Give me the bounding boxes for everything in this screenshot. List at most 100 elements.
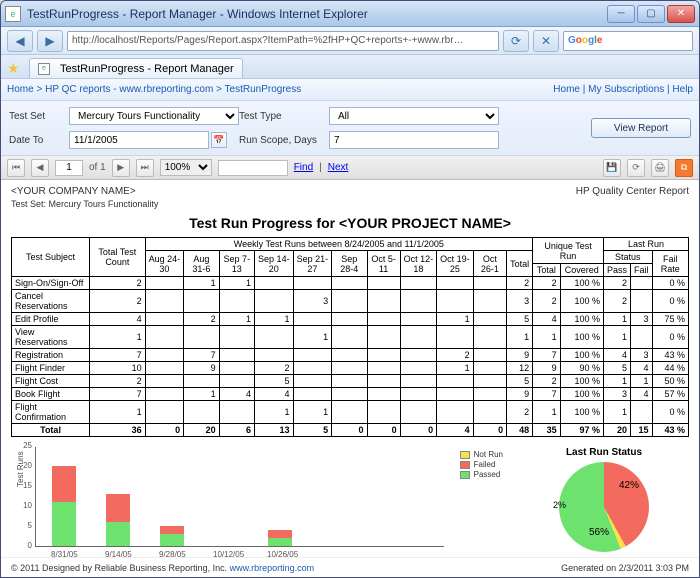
close-button[interactable]: ✕ [667, 5, 695, 23]
x-tick: 8/31/05 [51, 550, 75, 557]
bar-group [106, 494, 130, 546]
link-subs[interactable]: My Subscriptions [588, 84, 664, 95]
crumb-folder[interactable]: HP QC reports - www.rbreporting.com [45, 84, 213, 95]
table-row: Registration77297100 %4343 % [12, 349, 689, 362]
company-name: <YOUR COMPANY NAME> [11, 186, 136, 197]
search-box[interactable]: Google Google [563, 31, 693, 51]
footer-link[interactable]: www.rbreporting.com [230, 563, 315, 573]
test-type-select[interactable]: All [329, 107, 499, 125]
pie-label-failed: 42% [619, 480, 639, 491]
x-tick: 10/26/05 [267, 550, 291, 557]
pie-label-notrun: 2% [553, 500, 566, 510]
atom-button[interactable]: ⧉ [675, 159, 693, 177]
table-row: Flight Confirmation11121100 %10 % [12, 401, 689, 424]
bar-chart: Test Runs 0510152025 8/31/059/14/059/28/… [11, 447, 444, 557]
footer-right: Generated on 2/3/2011 3:03 PM [561, 563, 689, 573]
table-row: Flight Cost2552100 %1150 % [12, 375, 689, 388]
report-right-title: HP Quality Center Report [576, 186, 689, 197]
calendar-icon[interactable]: 📅 [211, 132, 227, 148]
favorites-star-icon[interactable]: ★ [7, 60, 25, 78]
legend-swatch-failed [460, 461, 470, 469]
date-to-input[interactable] [69, 131, 209, 149]
maximize-button[interactable]: ▢ [637, 5, 665, 23]
page-input[interactable] [55, 160, 83, 176]
zoom-select[interactable]: 100% [160, 159, 212, 176]
col-lastrun: Last Run [604, 238, 689, 251]
url-text: http://localhost/Reports/Pages/Report.as… [72, 35, 464, 46]
run-scope-label: Run Scope, Days [239, 135, 329, 146]
page-of-label: of 1 [89, 162, 106, 173]
link-home[interactable]: Home [553, 84, 580, 95]
find-input[interactable] [218, 160, 288, 176]
test-type-label: Test Type [239, 111, 329, 122]
report-title: Test Run Progress for <YOUR PROJECT NAME… [11, 215, 689, 231]
bar-group [268, 530, 292, 546]
breadcrumb-left: Home > HP QC reports - www.rbreporting.c… [7, 84, 301, 95]
table-row: View Reservations1111100 %10 % [12, 326, 689, 349]
report-body: <YOUR COMPANY NAME> HP Quality Center Re… [1, 180, 699, 557]
pie-graphic: 42% 2% 56% [559, 462, 649, 552]
bar-group [160, 526, 184, 546]
col-count: Total Test Count [90, 238, 146, 277]
next-link[interactable]: Next [328, 162, 349, 173]
tab-label: TestRunProgress - Report Manager [60, 63, 234, 75]
table-row: Flight Finder1092112990 %5444 % [12, 362, 689, 375]
pie-label-passed: 56% [589, 527, 609, 538]
test-set-label: Test Set [9, 111, 69, 122]
forward-button[interactable]: ▶ [37, 30, 63, 52]
table-row: Cancel Reservations2332100 %20 % [12, 290, 689, 313]
refresh-button[interactable]: ⟳ [503, 30, 529, 52]
view-report-button[interactable]: View Report [591, 118, 691, 138]
back-button[interactable]: ◀ [7, 30, 33, 52]
crumb-current: TestRunProgress [225, 84, 302, 95]
tab-favicon: e [38, 63, 50, 75]
prev-page-button[interactable]: ◀ [31, 159, 49, 177]
pie-chart: Last Run Status 42% 2% 56% [519, 447, 689, 556]
x-tick: 9/28/05 [159, 550, 183, 557]
table-row: Sign-On/Sign-Off21122100 %20 % [12, 277, 689, 290]
x-tick: 10/12/05 [213, 550, 237, 557]
report-toolbar: ⏮ ◀ of 1 ▶ ⏭ 100% Find | Next 💾 ⟳ 🖨 ⧉ [1, 156, 699, 180]
x-tick: 9/14/05 [105, 550, 129, 557]
bar-group [52, 466, 76, 546]
browser-navbar: ◀ ▶ http://localhost/Reports/Pages/Repor… [1, 27, 699, 55]
first-page-button[interactable]: ⏮ [7, 159, 25, 177]
date-to-label: Date To [9, 135, 69, 146]
export-button[interactable]: 💾 [603, 159, 621, 177]
report-footer: © 2011 Designed by Reliable Business Rep… [1, 557, 699, 577]
minimize-button[interactable]: ─ [607, 5, 635, 23]
stop-button[interactable]: ✕ [533, 30, 559, 52]
table-row: Edit Profile4211154100 %1375 % [12, 313, 689, 326]
col-unique: Unique Test Run [533, 238, 604, 264]
find-link[interactable]: Find [294, 162, 313, 173]
crumb-home[interactable]: Home [7, 84, 34, 95]
browser-tab[interactable]: e TestRunProgress - Report Manager [29, 58, 243, 78]
report-subtitle: Test Set: Mercury Tours Functionality [11, 199, 689, 209]
last-page-button[interactable]: ⏭ [136, 159, 154, 177]
report-params: Test Set Mercury Tours Functionality Tes… [1, 101, 699, 156]
breadcrumb-bar: Home > HP QC reports - www.rbreporting.c… [1, 79, 699, 101]
test-set-select[interactable]: Mercury Tours Functionality [69, 107, 239, 125]
legend-swatch-passed [460, 471, 470, 479]
col-weekly: Weekly Test Runs between 8/24/2005 and 1… [145, 238, 533, 251]
breadcrumb-right: Home | My Subscriptions | Help [553, 84, 693, 95]
table-total-row: Total36020613500040483597 %201543 % [12, 424, 689, 437]
refresh-report-button[interactable]: ⟳ [627, 159, 645, 177]
window-titlebar: e TestRunProgress - Report Manager - Win… [1, 1, 699, 27]
run-scope-input[interactable] [329, 131, 499, 149]
footer-left: © 2011 Designed by Reliable Business Rep… [11, 563, 230, 573]
next-page-button[interactable]: ▶ [112, 159, 130, 177]
bar-legend: Not Run Failed Passed [460, 450, 503, 479]
ie-favicon: e [5, 6, 21, 22]
col-subject: Test Subject [12, 238, 90, 277]
google-icon: Google [568, 35, 602, 46]
pie-title: Last Run Status [519, 447, 689, 458]
table-row: Book Flight714497100 %3457 % [12, 388, 689, 401]
legend-swatch-notrun [460, 451, 470, 459]
print-button[interactable]: 🖨 [651, 159, 669, 177]
window-title: TestRunProgress - Report Manager - Windo… [27, 7, 607, 21]
url-bar[interactable]: http://localhost/Reports/Pages/Report.as… [67, 31, 499, 51]
browser-tabs: ★ e TestRunProgress - Report Manager [1, 55, 699, 79]
report-table: Test Subject Total Test Count Weekly Tes… [11, 237, 689, 437]
link-help[interactable]: Help [672, 84, 693, 95]
